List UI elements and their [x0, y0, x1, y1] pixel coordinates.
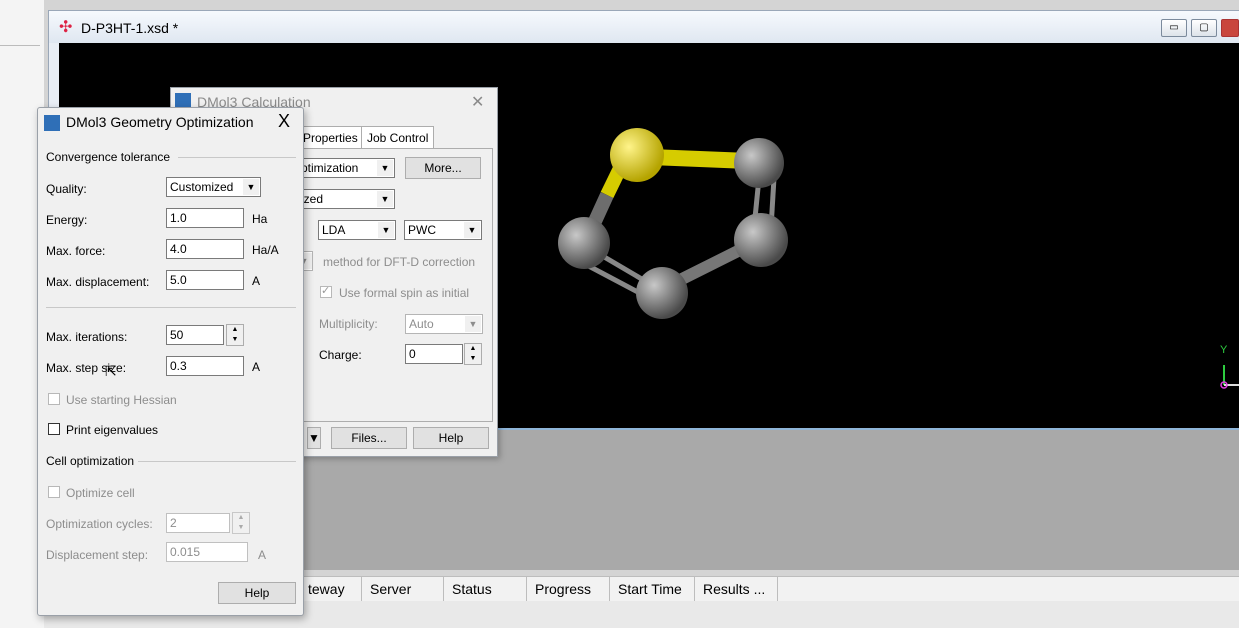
convergence-header: Convergence tolerance: [46, 150, 171, 164]
max-iterations-input[interactable]: 50: [166, 325, 224, 345]
close-window-button[interactable]: [1221, 19, 1239, 37]
dftd-label: method for DFT-D correction: [323, 255, 476, 269]
print-eigenvalues-checkbox[interactable]: [48, 423, 60, 435]
column-status[interactable]: Status: [444, 577, 527, 601]
energy-label: Energy:: [46, 213, 88, 227]
starting-hessian-checkbox[interactable]: [48, 393, 60, 405]
max-force-input[interactable]: 4.0: [166, 239, 244, 259]
quality-select[interactable]: ized ▼: [297, 189, 395, 209]
charge-input[interactable]: 0: [405, 344, 463, 364]
multiplicity-select[interactable]: Auto ▼: [405, 314, 483, 334]
use-spin-label: Use formal spin as initial: [339, 286, 470, 300]
starting-hessian-label: Use starting Hessian: [66, 393, 177, 407]
document-titlebar: ✣ D-P3HT-1.xsd * ▭ ▢: [49, 11, 1239, 43]
column-gateway[interactable]: teway: [300, 577, 362, 601]
chevron-down-icon: ▼: [243, 179, 259, 195]
tab-job-control[interactable]: Job Control: [361, 126, 435, 149]
multiplicity-value: Auto: [409, 317, 434, 331]
quality-select-value: ized: [301, 192, 324, 206]
document-title: D-P3HT-1.xsd *: [81, 20, 179, 36]
column-progress[interactable]: Progress: [527, 577, 610, 601]
spin-down-icon: ▼: [237, 524, 245, 531]
optimization-cycles-input[interactable]: 2: [166, 513, 230, 533]
optimize-cell-label: Optimize cell: [66, 486, 135, 500]
task-select[interactable]: ptimization ▼: [297, 158, 395, 178]
axis-y-label: Y: [1220, 344, 1228, 356]
spin-up-icon: ▲: [231, 326, 239, 333]
energy-input[interactable]: 1.0: [166, 208, 244, 228]
iterations-label: Max. iterations:: [46, 330, 128, 344]
force-label: Max. force:: [46, 244, 106, 258]
divider: [178, 157, 296, 158]
checkmark-icon: ✓: [321, 285, 331, 297]
dialog-app-icon: [44, 115, 60, 131]
energy-unit: Ha: [252, 212, 268, 226]
column-results[interactable]: Results ...: [695, 577, 778, 601]
charge-stepper[interactable]: ▲ ▼: [464, 343, 482, 365]
geom-dialog-title: DMol3 Geometry Optimization: [66, 114, 254, 130]
displacement-unit: A: [252, 274, 261, 288]
spin-down-icon: ▼: [231, 336, 239, 343]
functional-select-value: LDA: [322, 223, 346, 237]
minimize-button[interactable]: ▭: [1161, 19, 1187, 37]
displacement-step-label: Displacement step:: [46, 548, 149, 562]
column-server[interactable]: Server: [362, 577, 444, 601]
max-step-size-input[interactable]: 0.3: [166, 356, 244, 376]
spin-up-icon: ▲: [237, 514, 245, 521]
chevron-down-icon: ▼: [377, 191, 393, 207]
quality-label: Quality:: [46, 182, 87, 196]
close-icon[interactable]: ✕: [471, 92, 484, 112]
more-button[interactable]: More...: [405, 157, 481, 179]
charge-label: Charge:: [319, 348, 362, 362]
optimization-cycles-label: Optimization cycles:: [46, 517, 153, 531]
divider: [46, 307, 296, 308]
column-start-time[interactable]: Start Time: [610, 577, 695, 601]
force-unit: Ha/A: [252, 243, 279, 257]
tab-properties[interactable]: Properties: [297, 126, 364, 149]
dropdown-button[interactable]: ▼: [307, 427, 321, 449]
dmol3-geometry-optimization-dialog: DMol3 Geometry Optimization X Convergenc…: [37, 107, 304, 616]
optimize-cell-checkbox[interactable]: [48, 486, 60, 498]
displacement-step-unit: A: [258, 548, 267, 562]
chevron-down-icon: ▼: [465, 316, 481, 332]
cycles-stepper[interactable]: ▲ ▼: [232, 512, 250, 534]
spin-down-icon: ▼: [469, 355, 477, 362]
print-eigenvalues-label: Print eigenvalues: [66, 423, 159, 437]
iterations-stepper[interactable]: ▲ ▼: [226, 324, 244, 346]
chevron-down-icon: ▼: [377, 160, 393, 176]
functional-select[interactable]: LDA ▼: [318, 220, 396, 240]
use-spin-checkbox[interactable]: ✓: [320, 285, 332, 298]
displacement-label: Max. displacement:: [46, 275, 150, 289]
task-select-value: ptimization: [301, 161, 359, 175]
thiophene-molecule: [558, 128, 788, 319]
divider: [138, 461, 296, 462]
mouse-cursor-icon: ⇱: [105, 363, 117, 379]
molecule-icon: ✣: [59, 19, 73, 36]
close-button[interactable]: X: [278, 111, 290, 132]
displacement-step-input[interactable]: 0.015: [166, 542, 248, 562]
spin-up-icon: ▲: [469, 345, 477, 352]
chevron-down-icon: ▼: [464, 222, 480, 238]
functional2-select[interactable]: PWC ▼: [404, 220, 482, 240]
step-size-unit: A: [252, 360, 261, 374]
chevron-down-icon: ▼: [378, 222, 394, 238]
multiplicity-label: Multiplicity:: [319, 317, 378, 331]
cell-optimization-header: Cell optimization: [46, 454, 135, 468]
maximize-button[interactable]: ▢: [1191, 19, 1217, 37]
files-button[interactable]: Files...: [331, 427, 407, 449]
functional2-select-value: PWC: [408, 223, 436, 237]
axis-triad: Y: [1220, 344, 1239, 389]
max-displacement-input[interactable]: 5.0: [166, 270, 244, 290]
help-button[interactable]: Help: [413, 427, 489, 449]
quality-select[interactable]: Customized ▼: [166, 177, 261, 197]
quality-select-value: Customized: [170, 180, 234, 194]
help-button[interactable]: Help: [218, 582, 296, 604]
